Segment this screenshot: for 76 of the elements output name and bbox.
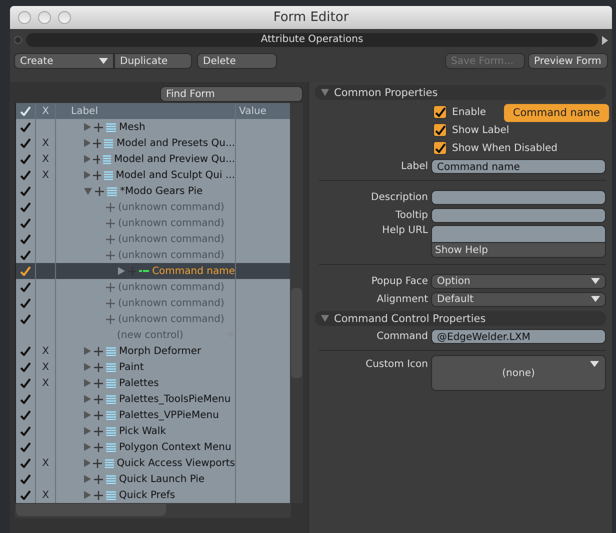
popup-face-dropdown[interactable]: Option xyxy=(431,274,606,288)
tree-item-label: (unknown command) xyxy=(118,202,224,212)
create-dropdown[interactable]: Create xyxy=(14,53,114,69)
x-mark: X xyxy=(42,490,49,500)
tree-item-label: Model and Preview Qu... xyxy=(114,154,235,164)
checkbox-label: Show Label xyxy=(452,124,510,136)
command-field[interactable]: @EdgeWelder.LXM xyxy=(431,328,606,344)
tree-item-label: Palettes xyxy=(119,378,159,388)
tree-item-label: Pick Walk xyxy=(119,426,166,436)
tree-item-label: Quick Launch Pie xyxy=(119,474,205,484)
tree-row[interactable]: X Model and Sculpt Qui ... xyxy=(16,167,290,183)
tree-item-label: (unknown command) xyxy=(118,250,224,260)
tree-item-label: (unknown command) xyxy=(118,218,224,228)
tree-item-label: Model and Sculpt Qui ... xyxy=(116,170,235,180)
tree-row[interactable]: Quick Launch Pie xyxy=(16,471,290,487)
tree-item-label: (unknown command) xyxy=(118,234,224,244)
tree-row[interactable]: Palettes_VPPieMenu xyxy=(16,407,290,423)
tree-row[interactable]: *Modo Gears Pie xyxy=(16,183,290,199)
tree-row[interactable]: Mesh xyxy=(16,119,290,135)
section-header[interactable]: Command Control Properties xyxy=(315,311,606,326)
x-mark: X xyxy=(42,458,49,468)
show-help-button[interactable]: Show Help xyxy=(431,243,606,258)
custom-icon-picker[interactable]: (none) xyxy=(431,355,606,391)
field-label: Popup Face xyxy=(370,276,428,286)
tree-item-label: (unknown command) xyxy=(118,314,224,324)
tree-row[interactable]: X Model and Presets Qu... xyxy=(16,135,290,151)
field-label: Description xyxy=(370,192,428,202)
tree-item-label: Model and Presets Qu... xyxy=(116,138,235,148)
checkbox-label: Enable xyxy=(452,106,486,118)
tree-row[interactable]: Palettes_ToolsPieMenu xyxy=(16,391,290,407)
tree-row[interactable]: X Morph Deformer xyxy=(16,343,290,359)
tree-row[interactable]: X Palettes xyxy=(16,375,290,391)
tree-row[interactable]: Polygon Context Menu xyxy=(16,439,290,455)
toolbar-button[interactable]: Delete xyxy=(197,53,277,69)
tree-row[interactable]: X Paint xyxy=(16,359,290,375)
tree-item-label: (unknown command) xyxy=(118,298,224,308)
x-mark: X xyxy=(42,346,49,356)
tree-row[interactable]: Command name xyxy=(16,263,290,279)
tree-item-label: Quick Prefs xyxy=(119,490,176,500)
tree-item-label: Mesh xyxy=(119,122,146,132)
column-header: Label xyxy=(71,106,98,116)
label-field[interactable]: Command name xyxy=(431,158,606,174)
toolbar-button[interactable]: Preview Form xyxy=(528,53,608,69)
tree-item-label: Command name xyxy=(152,266,235,276)
tree-item-label: Polygon Context Menu xyxy=(119,442,232,452)
tree-row[interactable]: X Model and Preview Qu... xyxy=(16,151,290,167)
tree-item-label: (unknown command) xyxy=(118,282,224,292)
checkbox-label: Show When Disabled xyxy=(452,142,558,154)
find-form-button[interactable]: Find Form xyxy=(160,86,303,102)
x-mark: X xyxy=(42,170,49,180)
tree-item-label: (new control) xyxy=(117,330,184,340)
field-label: Tooltip xyxy=(394,210,428,220)
tree-item-label: Palettes_ToolsPieMenu xyxy=(119,394,231,404)
tree-row[interactable]: X Quick Access Viewports xyxy=(16,455,290,471)
column-header: X xyxy=(42,106,49,116)
column-header: Value xyxy=(239,106,266,116)
field-label: Alignment xyxy=(376,294,428,304)
field-label: Label xyxy=(400,160,428,172)
x-mark: X xyxy=(42,154,49,164)
x-mark: X xyxy=(42,378,49,388)
alignment-dropdown[interactable]: Default xyxy=(431,292,606,306)
toolbar-button[interactable]: Duplicate xyxy=(114,53,192,69)
tree-row[interactable]: Pick Walk xyxy=(16,423,290,439)
field-label: Command xyxy=(376,330,428,342)
section-header[interactable]: Common Properties xyxy=(315,85,606,100)
window-title: Form Editor xyxy=(273,10,349,25)
tree-item-label: Paint xyxy=(119,362,144,372)
tree-item-label: *Modo Gears Pie xyxy=(120,186,203,196)
command-name-tag: Command name xyxy=(504,104,609,122)
tree-item-label: Morph Deformer xyxy=(119,346,202,356)
tree-item-label: Palettes_VPPieMenu xyxy=(119,410,219,420)
x-mark: X xyxy=(42,362,49,372)
x-mark: X xyxy=(42,138,49,148)
tree-item-label: Quick Access Viewports xyxy=(116,458,235,468)
field-label: Help URL xyxy=(381,225,428,236)
field-label: Custom Icon xyxy=(364,359,428,370)
